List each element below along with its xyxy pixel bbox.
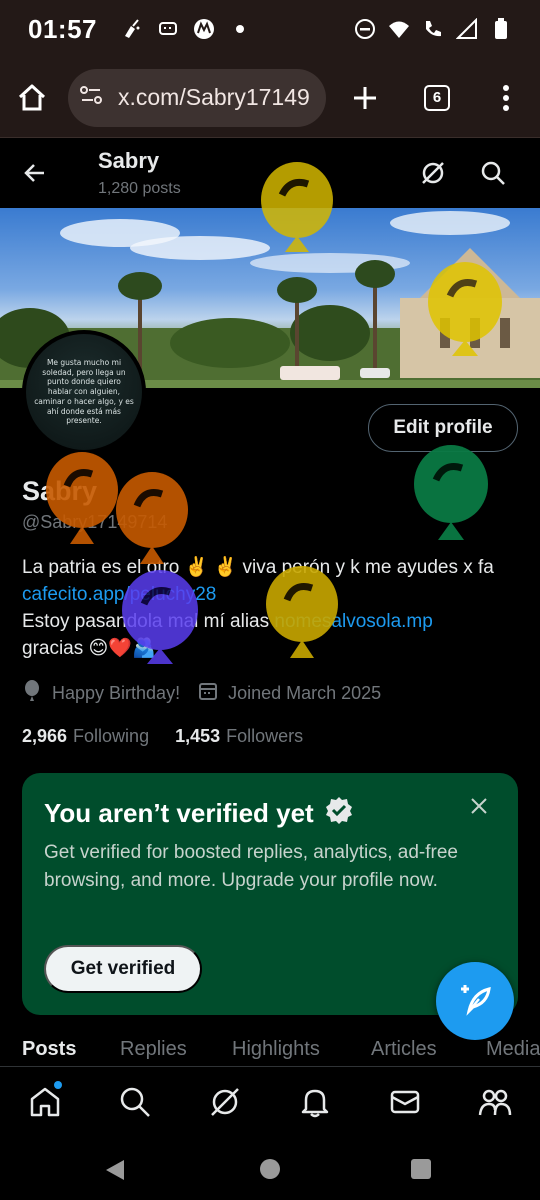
bio-line: Estoy pasandola mal mí alias (22, 611, 275, 632)
home-icon[interactable] (16, 82, 48, 114)
battery-icon (490, 18, 512, 40)
following-label[interactable]: Following (73, 726, 149, 747)
verified-badge-icon (324, 795, 354, 832)
url-text: x.com/Sabry17149 (118, 84, 310, 110)
grok-icon[interactable] (420, 160, 446, 191)
browser-toolbar: x.com/Sabry17149 6 (0, 58, 540, 138)
bio: La patria es el otro ✌️ ✌️ viva perón y … (22, 554, 532, 662)
tab-switcher-button[interactable]: 6 (424, 84, 450, 111)
handle: @Sabry17149714 (22, 512, 168, 532)
calendar-icon (198, 681, 218, 706)
call-icon (422, 18, 444, 40)
back-arrow-icon[interactable] (22, 160, 48, 191)
avatar[interactable]: Me gusta mucho mi soledad, pero llega un… (22, 330, 146, 454)
get-verified-button[interactable]: Get verified (44, 945, 202, 993)
system-navigation (0, 1138, 540, 1200)
cleaning-icon (121, 18, 143, 40)
header-name: Sabry (98, 148, 160, 173)
new-tab-icon[interactable] (352, 85, 378, 111)
balloon-green-icon (414, 445, 488, 540)
bio-link-cafecito[interactable]: cafecito.app/peluchy28 (22, 584, 216, 605)
tab-articles[interactable]: Articles (371, 1038, 437, 1061)
verify-card-body: Get verified for boosted replies, analyt… (44, 842, 458, 891)
balloon-icon (22, 680, 42, 707)
profile-tabs: Posts Replies Highlights Articles Media (0, 1032, 540, 1068)
signal-icon (456, 18, 478, 40)
tab-highlights[interactable]: Highlights (232, 1038, 320, 1061)
search-icon[interactable] (118, 1085, 152, 1124)
tab-replies[interactable]: Replies (120, 1038, 187, 1061)
tab-count: 6 (424, 84, 450, 111)
compose-feather-icon (455, 979, 495, 1024)
dot-icon (229, 18, 251, 40)
bio-link-alias[interactable]: nomesalvosola.mp (274, 611, 432, 632)
chat-icon (157, 18, 179, 40)
followers-count[interactable]: 1,453 (175, 726, 220, 747)
follow-stats: 2,966 Following 1,453 Followers (22, 726, 329, 747)
overflow-menu-icon[interactable] (502, 84, 510, 112)
status-bar: 01:57 (0, 0, 540, 58)
header-post-count: 1,280 posts (98, 180, 181, 197)
site-settings-icon[interactable] (78, 82, 104, 113)
followers-label[interactable]: Followers (226, 726, 303, 747)
following-count[interactable]: 2,966 (22, 726, 67, 747)
edit-profile-button[interactable]: Edit profile (368, 404, 518, 452)
tab-media[interactable]: Media (486, 1038, 540, 1061)
system-home-icon[interactable] (259, 1158, 281, 1185)
verify-title-text: You aren’t verified yet (44, 798, 314, 828)
system-recents-icon[interactable] (410, 1158, 432, 1185)
close-icon[interactable] (468, 795, 490, 822)
system-back-icon[interactable] (104, 1158, 126, 1187)
bottom-navigation (0, 1066, 540, 1138)
bio-line: La patria es el otro ✌️ ✌️ viva perón y … (22, 557, 494, 578)
tab-posts[interactable]: Posts (22, 1038, 76, 1061)
notifications-icon[interactable] (298, 1085, 332, 1124)
profile-header: Sabry 1,280 posts (0, 138, 540, 208)
home-notification-dot (54, 1081, 62, 1089)
motorola-icon (193, 18, 215, 40)
address-bar[interactable]: x.com/Sabry17149 (68, 68, 326, 127)
messages-icon[interactable] (388, 1085, 422, 1124)
wifi-icon (388, 18, 410, 40)
grok-icon[interactable] (208, 1085, 242, 1124)
communities-icon[interactable] (478, 1085, 512, 1124)
search-icon[interactable] (480, 160, 506, 191)
birthday-text: Happy Birthday! (52, 683, 181, 703)
joined-text: Joined March 2025 (228, 683, 382, 703)
bio-line: gracias 😊❤️🫂 (22, 638, 156, 659)
avatar-quote: Me gusta mucho mi soledad, pero llega un… (34, 357, 134, 426)
compose-post-button[interactable] (436, 962, 514, 1040)
home-icon[interactable] (28, 1085, 62, 1124)
do-not-disturb-icon (354, 18, 376, 40)
verify-card-title: You aren’t verified yet (44, 795, 354, 832)
display-name: Sabry (22, 476, 98, 506)
profile-meta: Happy Birthday! Joined March 2025 (22, 680, 399, 707)
status-time: 01:57 (28, 13, 97, 44)
